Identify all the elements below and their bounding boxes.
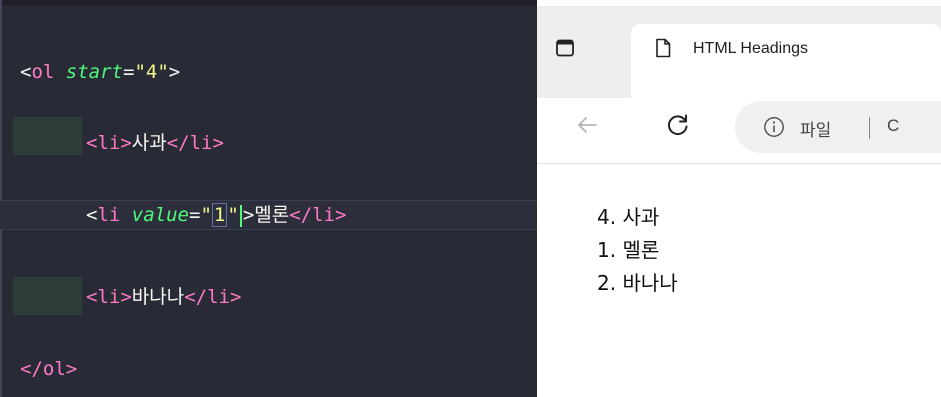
list-item: 4. 사과 <box>597 201 678 234</box>
code-token-tag: ol <box>31 61 55 83</box>
list-item: 2. 바나나 <box>597 267 678 300</box>
code-token-attribute: start <box>65 61 123 83</box>
code-token-tag: <li> <box>86 286 132 308</box>
list-item-text: 멜론 <box>622 238 660 262</box>
tab-title: HTML Headings <box>693 40 809 57</box>
matched-value-highlight: 1 <box>211 203 228 227</box>
code-line-ol-open[interactable]: <ol start="4"> <box>20 57 180 87</box>
code-line-li-3[interactable]: <li>바나나</li> <box>86 282 241 312</box>
code-token-tag: </ol> <box>20 358 78 380</box>
code-token: > <box>242 204 255 226</box>
code-line-li-1[interactable]: <li>사과</li> <box>86 128 224 158</box>
code-token-text: 멜론 <box>254 204 290 226</box>
list-item-number: 2. <box>597 271 617 295</box>
editor-gutter <box>0 0 2 397</box>
code-token-string: " <box>200 204 212 226</box>
list-item-text: 바나나 <box>622 271 678 295</box>
ordered-list: 4. 사과 1. 멜론 2. 바나나 <box>597 201 678 300</box>
screenshot-root: <ol start="4"> <li>사과</li> <li value=" 1 "… <box>0 0 941 397</box>
tab-strip-top <box>537 0 941 6</box>
address-url-text: C <box>887 116 900 135</box>
page-content: 4. 사과 1. 멜론 2. 바나나 <box>537 165 941 397</box>
code-token-tag: li <box>97 204 121 226</box>
code-token: < <box>86 204 98 226</box>
code-token-tag: </li> <box>166 132 224 154</box>
list-item-number: 4. <box>597 205 617 229</box>
info-icon[interactable] <box>763 116 785 138</box>
code-token-tag: <li> <box>86 132 132 154</box>
page-icon <box>656 38 671 58</box>
code-token-text: 바나나 <box>131 286 185 308</box>
list-item-text: 사과 <box>622 205 660 229</box>
code-token: < <box>20 61 32 83</box>
editor-top-strip <box>0 0 537 6</box>
tab-html-headings[interactable]: HTML Headings <box>631 24 941 98</box>
code-line-ol-close[interactable]: </ol> <box>20 354 77 384</box>
code-token-tag: </li> <box>289 204 347 226</box>
indent-highlight <box>13 117 82 155</box>
code-token-attribute: value <box>131 204 189 226</box>
list-item: 1. 멜론 <box>597 234 678 267</box>
address-scheme-label: 파일 <box>800 121 832 141</box>
indent-highlight <box>13 277 82 315</box>
code-token: > <box>168 61 181 83</box>
tab-actions-icon-graphic <box>556 39 574 57</box>
address-bar[interactable]: 파일 C <box>735 101 941 153</box>
code-token: = <box>189 204 201 226</box>
code-editor[interactable]: <ol start="4"> <li>사과</li> <li value=" 1 "… <box>0 0 537 397</box>
browser-window: HTML Headings 파일 C 4. 사과 1. 멜론 2. 바나나 <box>537 0 941 397</box>
text-cursor <box>239 204 242 227</box>
tab-actions-icon[interactable] <box>555 38 575 58</box>
code-token-text: 사과 <box>131 132 167 154</box>
code-token-tag: </li> <box>184 286 242 308</box>
address-separator <box>869 117 870 139</box>
code-token-string: " <box>227 204 239 226</box>
back-arrow-icon[interactable] <box>575 113 599 137</box>
code-line-li-2[interactable]: <li value=" 1 " >멜론</li> <box>86 200 346 230</box>
reload-icon[interactable] <box>665 112 691 138</box>
list-item-number: 1. <box>597 238 617 262</box>
code-token-string: "4" <box>134 61 169 83</box>
code-token: = <box>123 61 135 83</box>
